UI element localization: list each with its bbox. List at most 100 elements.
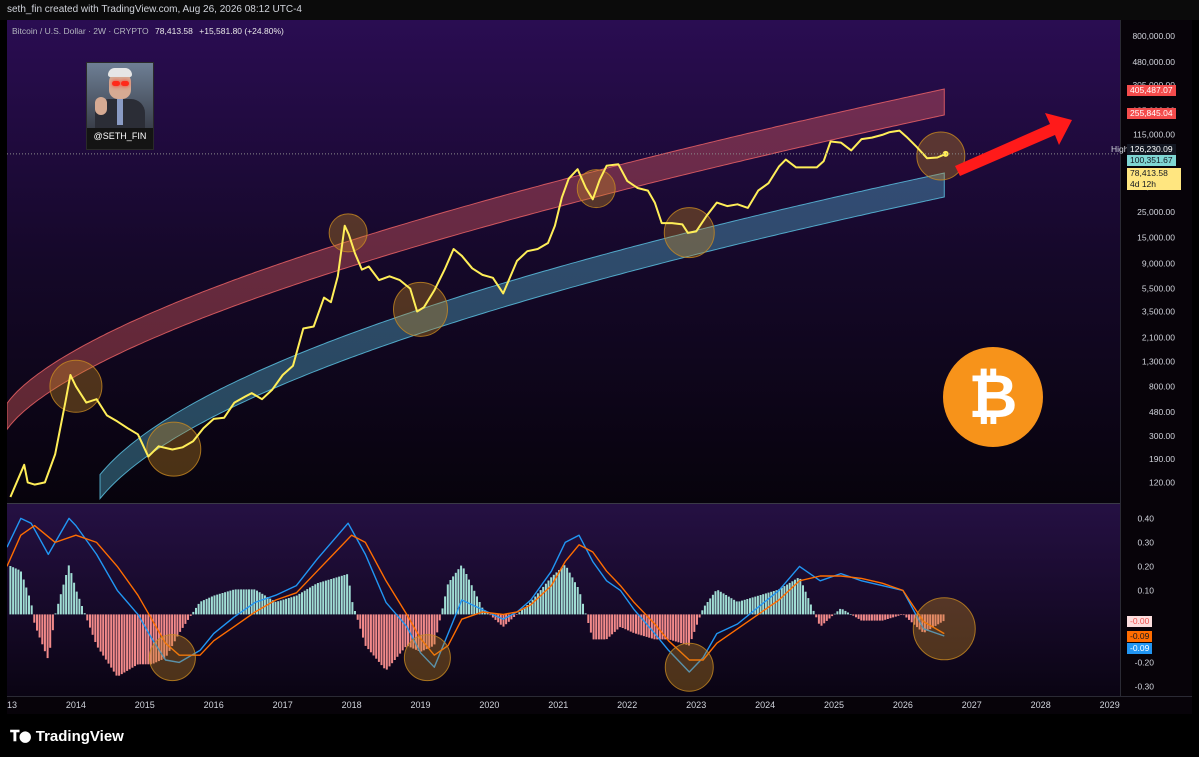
histogram-bar (277, 601, 280, 615)
histogram-bar (587, 614, 590, 623)
histogram-bar (14, 568, 17, 615)
histogram-bar (123, 614, 126, 673)
raised-hand-icon (95, 97, 107, 115)
macd-value-badge: -0.00 (1127, 616, 1153, 627)
histogram-bar (589, 614, 592, 633)
histogram-bar (104, 614, 107, 660)
histogram-bar (12, 567, 15, 615)
histogram-bar (611, 614, 614, 635)
histogram-bar (624, 614, 627, 630)
histogram-bar (627, 614, 629, 631)
histogram-bar (849, 614, 852, 615)
histogram-bar (900, 614, 903, 615)
histogram-bar (41, 614, 44, 645)
histogram-bar (465, 574, 468, 615)
histogram-bar (218, 593, 221, 615)
histogram-bar (189, 614, 192, 616)
histogram-bar (75, 591, 78, 615)
histogram-bar (725, 595, 728, 615)
histogram-bar (595, 614, 598, 640)
histogram-bar (115, 614, 118, 676)
histogram-bar (693, 614, 696, 632)
histogram-bar (81, 606, 83, 615)
symbol-legend[interactable]: Bitcoin / U.S. Dollar · 2W · CRYPTO 78,4… (12, 26, 284, 36)
histogram-bar (316, 583, 319, 615)
histogram-bar (884, 614, 887, 620)
histogram-bar (802, 585, 804, 615)
histogram-bar (62, 584, 65, 615)
histogram-bar (351, 602, 354, 615)
histogram-bar (369, 614, 372, 653)
histogram-bar (666, 614, 669, 640)
histogram-bar (89, 614, 91, 628)
histogram-bar (560, 567, 563, 615)
histogram-bar (600, 614, 603, 640)
histogram-bar (513, 614, 516, 617)
histogram-bar (825, 614, 828, 621)
histogram-bar (343, 575, 346, 615)
histogram-bar (786, 584, 789, 615)
current-price-value: 78,413.58 (1130, 167, 1168, 178)
histogram-bar (30, 605, 33, 615)
histogram-bar (505, 614, 508, 625)
histogram-bar (184, 614, 187, 624)
macd-axis-tick-label: 0.10 (1137, 585, 1154, 595)
histogram-bar (547, 580, 550, 615)
histogram-bar (844, 610, 847, 615)
histogram-bar (680, 614, 683, 644)
histogram-bar (706, 602, 709, 615)
histogram-bar (828, 614, 831, 619)
price-level-badge: 255,845.04 (1127, 107, 1176, 119)
histogram-bar (261, 593, 264, 615)
laser-eye-icon (121, 81, 129, 86)
histogram-bar (362, 614, 364, 638)
avatar-label: @SETH_FIN (93, 131, 147, 141)
histogram-bar (192, 611, 195, 615)
histogram-bar (685, 614, 688, 645)
price-axis-tick-label: 1,300.00 (1142, 357, 1175, 367)
highlight-circle (403, 634, 451, 682)
histogram-bar (722, 593, 725, 615)
bitcoin-logo-icon: ₿ (943, 347, 1043, 447)
histogram-bar (38, 614, 41, 638)
author-avatar: @SETH_FIN (86, 62, 154, 150)
histogram-bar (306, 589, 309, 615)
histogram-bar (897, 614, 900, 616)
histogram-bar (248, 589, 250, 615)
histogram-bar (250, 589, 253, 615)
histogram-bar (279, 600, 282, 615)
histogram-bar (613, 614, 616, 632)
histogram-bar (54, 613, 57, 615)
histogram-bar (187, 614, 189, 620)
time-axis-tick-label: 2023 (686, 700, 706, 710)
histogram-bar (338, 576, 341, 615)
histogram-bar (25, 587, 28, 615)
histogram-bar (892, 614, 895, 618)
histogram-bar (908, 614, 910, 620)
histogram-bar (653, 614, 656, 640)
current-price-badge: 78,413.58 4d 12h (1127, 167, 1181, 190)
histogram-bar (841, 609, 844, 615)
avatar-photo (87, 63, 153, 128)
histogram-bar (293, 596, 296, 615)
histogram-bar (86, 614, 89, 621)
histogram-bar (404, 614, 407, 648)
histogram-bar (711, 594, 714, 615)
histogram-bar (804, 591, 807, 615)
tradingview-logo[interactable]: 𝐓● TradingView (10, 727, 124, 745)
price-change: +15,581.80 (+24.80%) (199, 26, 284, 36)
histogram-bar (632, 614, 635, 633)
histogram-bar (608, 614, 611, 637)
histogram-bar (738, 601, 741, 615)
histogram-bar (91, 614, 94, 635)
histogram-bar (788, 582, 791, 615)
histogram-bar (36, 614, 38, 631)
histogram-bar (701, 610, 704, 615)
histogram-bar (383, 614, 386, 669)
histogram-bar (120, 614, 123, 675)
histogram-bar (319, 582, 322, 615)
histogram-bar (568, 572, 571, 615)
histogram-bar (542, 586, 545, 615)
histogram-bar (229, 590, 232, 615)
histogram-bar (28, 595, 30, 615)
